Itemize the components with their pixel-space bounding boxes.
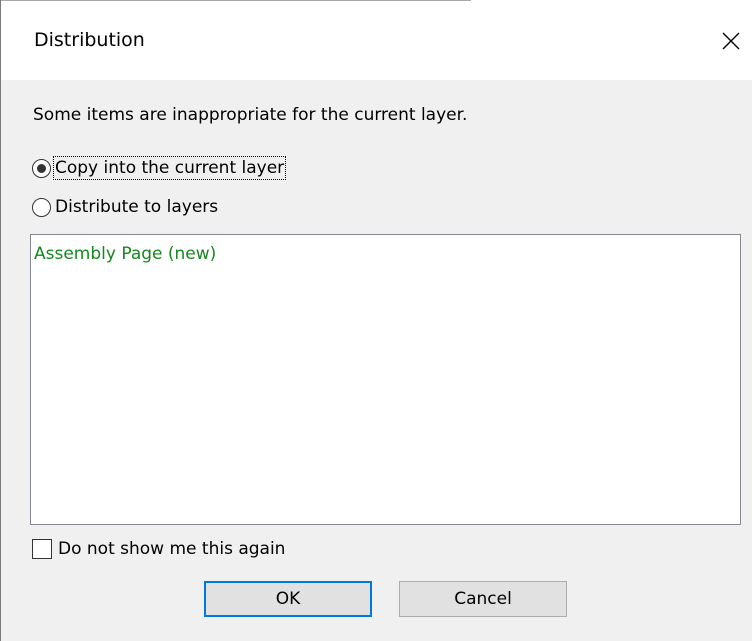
radio-label-distribute: Distribute to layers (55, 197, 219, 217)
title-bar[interactable]: Distribution (1, 0, 752, 80)
radio-button-unselected[interactable] (32, 197, 51, 217)
radio-label-copy: Copy into the current layer (52, 156, 287, 180)
radio-button-selected[interactable] (32, 158, 51, 178)
window-top-edge (1, 0, 471, 1)
distribution-dialog: Distribution Some items are inappropriat… (0, 0, 752, 641)
dialog-title: Distribution (34, 29, 145, 51)
close-button[interactable] (709, 20, 752, 62)
close-icon (722, 32, 740, 50)
list-item[interactable]: Assembly Page (new) (34, 243, 216, 265)
do-not-show-again-checkbox-row[interactable]: Do not show me this again (32, 536, 285, 562)
ok-button[interactable]: OK (204, 581, 372, 617)
cancel-button[interactable]: Cancel (399, 581, 567, 617)
radio-copy-into-current-layer[interactable]: Copy into the current layer (32, 155, 287, 181)
radio-distribute-to-layers[interactable]: Distribute to layers (32, 194, 219, 220)
do-not-show-again-checkbox[interactable] (32, 539, 52, 559)
do-not-show-again-label: Do not show me this again (58, 539, 286, 559)
dialog-message: Some items are inappropriate for the cur… (33, 105, 468, 125)
radio-dot (37, 163, 46, 173)
layers-listbox[interactable]: Assembly Page (new) (30, 234, 741, 525)
